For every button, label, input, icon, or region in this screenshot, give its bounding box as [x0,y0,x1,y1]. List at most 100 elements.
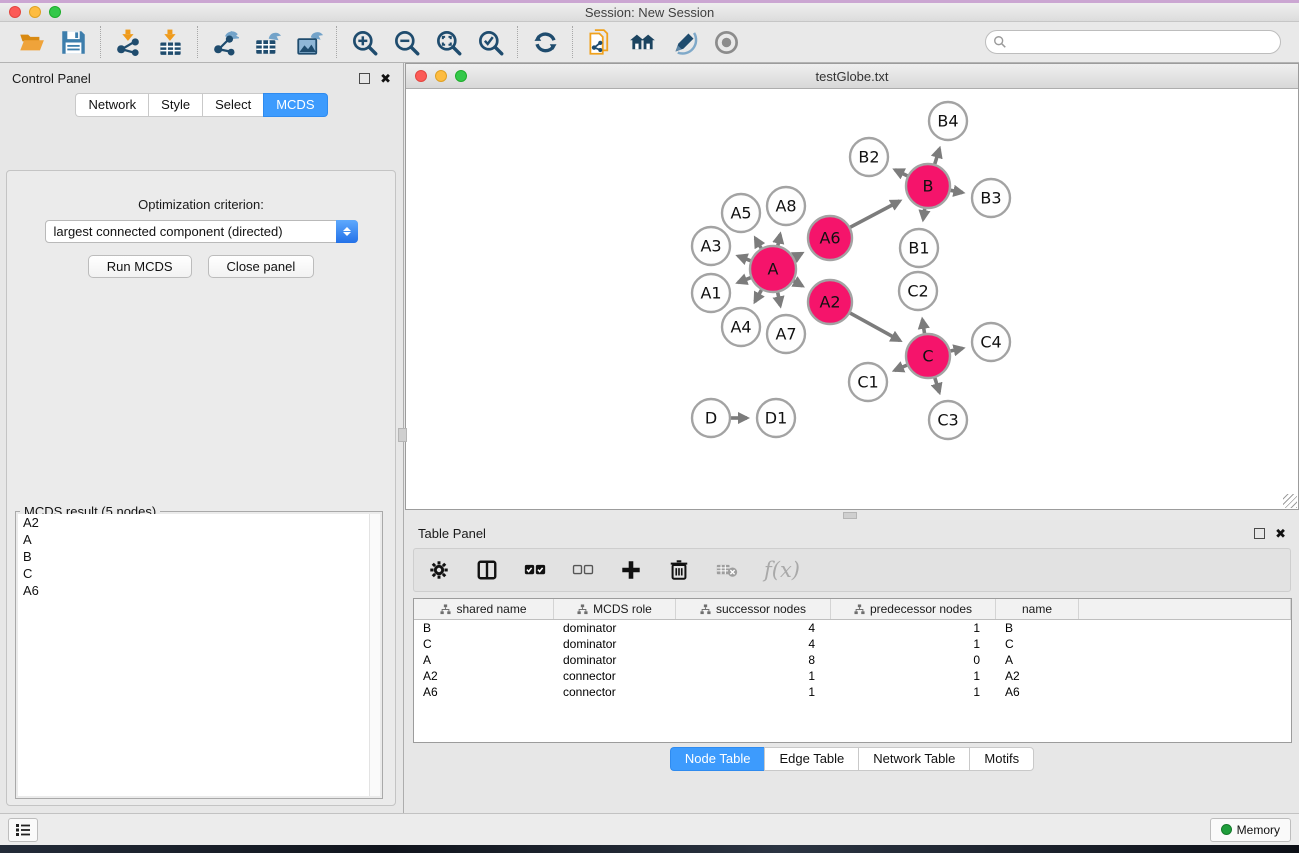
edge-C-C1[interactable] [895,365,907,370]
column-header-shared-name[interactable]: shared name [414,599,554,619]
home-button[interactable] [621,25,663,59]
table-cell[interactable]: 1 [831,621,996,635]
table-cell[interactable]: 1 [676,685,831,699]
network-window-titlebar[interactable]: testGlobe.txt [406,64,1298,89]
new-network-from-file-button[interactable] [579,25,621,59]
node-A3[interactable]: A3 [692,227,730,265]
node-D[interactable]: D [692,399,730,437]
table-row[interactable]: Bdominator41B [414,620,1291,636]
node-A6[interactable]: A6 [808,216,852,260]
criterion-dropdown[interactable]: largest connected component (directed) [45,220,358,243]
select-all-columns-icon[interactable] [524,559,546,581]
table-cell[interactable]: 1 [831,669,996,683]
table-cell[interactable]: 8 [676,653,831,667]
edge-B-B3[interactable] [951,190,963,192]
node-A2[interactable]: A2 [808,280,852,324]
edge-A-A8[interactable] [778,234,780,245]
network-view[interactable]: B4B2BB3A8A5A6A3B1AC2A1A2A4A7C4CC1C3DD1 [406,89,1298,509]
column-header-name[interactable]: name [996,599,1079,619]
memory-button[interactable]: Memory [1210,818,1291,842]
node-C[interactable]: C [906,334,950,378]
node-C1[interactable]: C1 [849,363,887,401]
node-A5[interactable]: A5 [722,194,760,232]
zoom-out-button[interactable] [385,25,427,59]
node-A8[interactable]: A8 [767,187,805,225]
edge-A-A3[interactable] [738,256,750,261]
open-file-button[interactable] [10,25,52,59]
table-row[interactable]: Cdominator41C [414,636,1291,652]
table-row[interactable]: A2connector11A2 [414,668,1291,684]
edge-A6-B[interactable] [850,201,899,227]
table-cell[interactable]: 4 [676,621,831,635]
edge-A-A6[interactable] [794,253,802,257]
table-cell[interactable]: B [414,621,554,635]
tab-edge-table[interactable]: Edge Table [764,747,858,771]
table-cell[interactable]: B [996,621,1079,635]
export-table-button[interactable] [246,25,288,59]
node-B3[interactable]: B3 [972,179,1010,217]
node-A7[interactable]: A7 [767,315,805,353]
zoom-in-button[interactable] [343,25,385,59]
edge-A-A5[interactable] [755,238,761,248]
zoom-fit-button[interactable] [427,25,469,59]
table-cell[interactable]: 0 [831,653,996,667]
close-table-panel-icon[interactable]: ✖ [1275,528,1286,539]
table-cell[interactable]: C [996,637,1079,651]
edge-A-A1[interactable] [738,278,751,283]
table-cell[interactable]: A [414,653,554,667]
mcds-result-item[interactable]: A [18,531,380,548]
table-cell[interactable]: dominator [554,653,676,667]
table-cell[interactable]: A6 [414,685,554,699]
float-panel-icon[interactable] [359,73,370,84]
table-cell[interactable]: connector [554,685,676,699]
show-hide-graphics-button[interactable] [705,25,747,59]
horizontal-divider-handle[interactable] [843,512,857,519]
column-header-MCDS-role[interactable]: MCDS role [554,599,676,619]
export-image-button[interactable] [288,25,330,59]
table-cell[interactable]: connector [554,669,676,683]
float-table-panel-icon[interactable] [1254,528,1265,539]
task-history-button[interactable] [8,818,38,842]
table-cell[interactable]: A [996,653,1079,667]
edge-C-C3[interactable] [935,378,939,392]
add-column-icon[interactable] [620,559,642,581]
node-A4[interactable]: A4 [722,308,760,346]
node-C2[interactable]: C2 [899,272,937,310]
network-canvas[interactable]: B4B2BB3A8A5A6A3B1AC2A1A2A4A7C4CC1C3DD1 [406,89,1298,509]
mcds-result-item[interactable]: C [18,565,380,582]
tab-select[interactable]: Select [202,93,263,117]
delete-columns-icon[interactable] [668,559,690,581]
node-B4[interactable]: B4 [929,102,967,140]
close-panel-button[interactable]: Close panel [208,255,315,278]
edge-C-C4[interactable] [950,348,962,351]
column-header-predecessor-nodes[interactable]: predecessor nodes [831,599,996,619]
window-resize-grip[interactable] [1283,494,1297,508]
edge-A-A4[interactable] [755,290,761,302]
tab-motifs[interactable]: Motifs [969,747,1034,771]
import-table-button[interactable] [149,25,191,59]
unselect-all-columns-icon[interactable] [572,559,594,581]
show-columns-icon[interactable] [476,559,498,581]
vertical-divider-handle[interactable] [398,428,407,442]
tab-style[interactable]: Style [148,93,202,117]
edge-C-C2[interactable] [922,320,924,334]
table-cell[interactable]: A2 [414,669,554,683]
table-cell[interactable]: 1 [831,637,996,651]
edge-B-B1[interactable] [923,209,925,220]
edge-A-A7[interactable] [778,293,781,306]
table-row[interactable]: Adominator80A [414,652,1291,668]
table-cell[interactable]: A2 [996,669,1079,683]
node-B2[interactable]: B2 [850,138,888,176]
refresh-button[interactable] [524,25,566,59]
table-cell[interactable]: 1 [831,685,996,699]
mcds-result-item[interactable]: B [18,548,380,565]
table-cell[interactable]: 1 [676,669,831,683]
edge-B-B4[interactable] [935,149,940,164]
tab-node-table[interactable]: Node Table [670,747,765,771]
table-cell[interactable]: A6 [996,685,1079,699]
mcds-result-item[interactable]: A2 [18,514,380,531]
edge-A2-C[interactable] [850,313,900,340]
tab-network-table[interactable]: Network Table [858,747,969,771]
node-A1[interactable]: A1 [692,274,730,312]
table-cell[interactable]: C [414,637,554,651]
